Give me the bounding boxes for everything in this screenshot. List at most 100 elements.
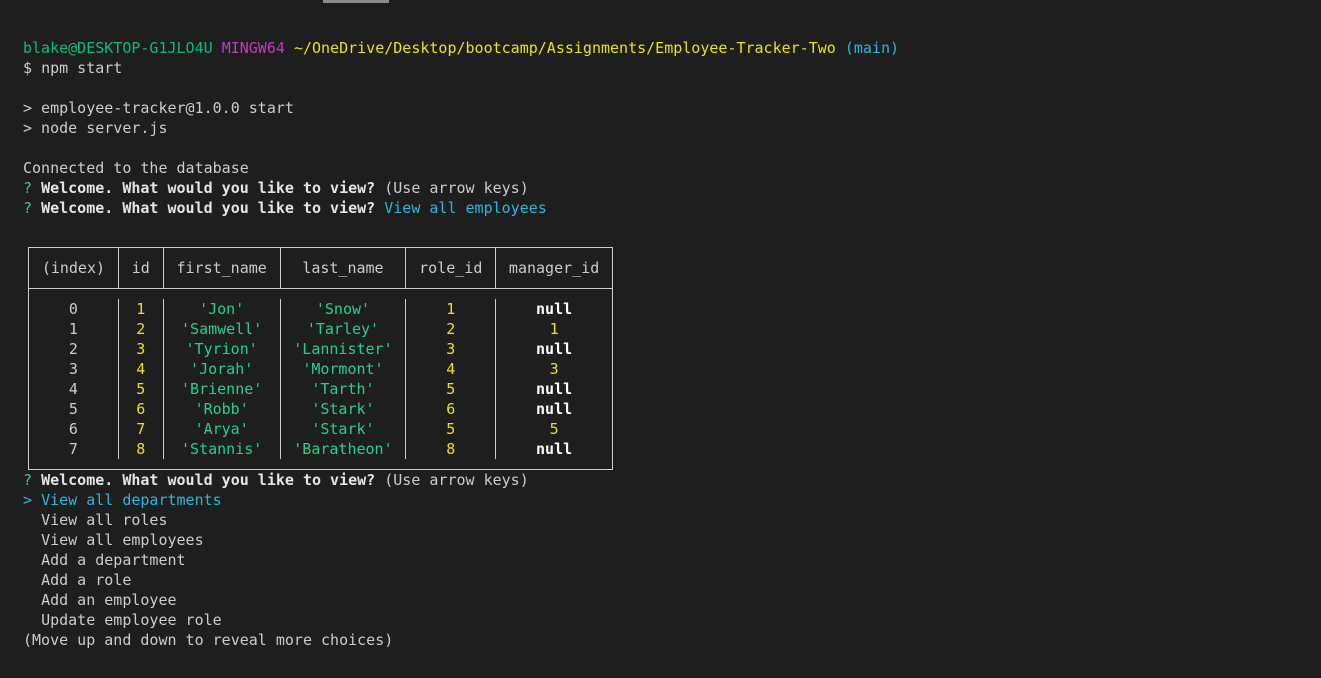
table-cell-id: 8 bbox=[136, 440, 146, 458]
menu-option[interactable]: Add an employee bbox=[23, 590, 1321, 610]
table-cell-index: 2 bbox=[68, 340, 78, 358]
question-mark-icon: ? bbox=[23, 471, 33, 489]
question-answer-line: ? Welcome. What would you like to view? … bbox=[23, 198, 1321, 218]
table-cell-last-name: 'Mormont' bbox=[302, 360, 384, 378]
table-cell-role-id: 1 bbox=[446, 300, 456, 318]
table-cell-manager-id: 5 bbox=[549, 420, 559, 438]
table-cell-last-name: 'Tarley' bbox=[306, 320, 380, 338]
prompt-symbol: $ bbox=[23, 59, 33, 77]
menu-option-label: Add an employee bbox=[41, 591, 177, 609]
table-body: 0 1 2 3 4 5 6 7 1 2 3 4 5 6 7 8 'Jon' 'S… bbox=[29, 289, 612, 469]
question-hint: (Use arrow keys) bbox=[384, 471, 529, 489]
table-cell-last-name: 'Lannister' bbox=[293, 340, 393, 358]
table-cell-id: 6 bbox=[136, 400, 146, 418]
table-cell-first-name: 'Tyrion' bbox=[185, 340, 258, 358]
id-column: 1 2 3 4 5 6 7 8 bbox=[119, 299, 164, 459]
table-cell-role-id: 5 bbox=[446, 380, 456, 398]
menu-option-label: Add a department bbox=[41, 551, 186, 569]
table-cell-first-name: 'Jorah' bbox=[190, 360, 254, 378]
table-cell-index: 4 bbox=[68, 380, 78, 398]
question-hint: (Use arrow keys) bbox=[384, 179, 529, 197]
table-cell-last-name: 'Tarth' bbox=[311, 380, 375, 398]
table-cell-manager-id: 3 bbox=[549, 360, 559, 378]
table-cell-first-name: 'Stannis' bbox=[181, 440, 263, 458]
column-header-index: (index) bbox=[29, 248, 119, 288]
column-header-role-id: role_id bbox=[406, 248, 497, 288]
menu-more-hint: (Move up and down to reveal more choices… bbox=[23, 631, 394, 649]
table-header: (index) id first_name last_name role_id … bbox=[29, 248, 612, 289]
question-line: ? Welcome. What would you like to view? … bbox=[23, 470, 1321, 490]
table-cell-index: 5 bbox=[68, 400, 78, 418]
table-cell-manager-id: null bbox=[536, 400, 573, 418]
menu-option-label: View all roles bbox=[41, 511, 168, 529]
role-id-column: 1 2 3 4 5 6 5 8 bbox=[406, 299, 497, 459]
table-cell-index: 7 bbox=[68, 440, 78, 458]
table-cell-role-id: 5 bbox=[446, 420, 456, 438]
shell-name: MINGW64 bbox=[221, 39, 285, 57]
menu-option[interactable]: Add a role bbox=[23, 570, 1321, 590]
question-text: Welcome. What would you like to view? bbox=[41, 199, 376, 217]
first-name-column: 'Jon' 'Samwell' 'Tyrion' 'Jorah' 'Brienn… bbox=[164, 299, 281, 459]
table-cell-role-id: 6 bbox=[446, 400, 456, 418]
menu-pointer-icon: > bbox=[23, 491, 33, 509]
question-text: Welcome. What would you like to view? bbox=[41, 179, 376, 197]
menu-option-label: Update employee role bbox=[41, 611, 222, 629]
menu-option[interactable]: View all employees bbox=[23, 530, 1321, 550]
table-cell-manager-id: null bbox=[536, 440, 573, 458]
column-header-last-name: last_name bbox=[281, 248, 407, 288]
table-cell-role-id: 2 bbox=[446, 320, 456, 338]
menu-option-label: Add a role bbox=[41, 571, 132, 589]
scroll-indicator[interactable] bbox=[323, 0, 389, 3]
git-branch: (main) bbox=[844, 39, 900, 57]
menu-option-label: View all employees bbox=[41, 531, 204, 549]
menu-option[interactable]: Update employee role bbox=[23, 610, 1321, 630]
table-cell-index: 6 bbox=[68, 420, 78, 438]
column-header-first-name: first_name bbox=[164, 248, 281, 288]
connection-status: Connected to the database bbox=[23, 159, 249, 177]
menu-option[interactable]: View all roles bbox=[23, 510, 1321, 530]
user-host: blake@DESKTOP-G1JLO4U bbox=[23, 39, 213, 57]
command-text: npm start bbox=[41, 59, 123, 77]
table-cell-index: 1 bbox=[68, 320, 78, 338]
table-cell-last-name: 'Snow' bbox=[315, 300, 371, 318]
table-cell-role-id: 4 bbox=[446, 360, 456, 378]
table-cell-first-name: 'Robb' bbox=[194, 400, 249, 418]
table-cell-id: 5 bbox=[136, 380, 146, 398]
index-column: 0 1 2 3 4 5 6 7 bbox=[29, 299, 119, 459]
question-mark-icon: ? bbox=[23, 199, 33, 217]
table-cell-first-name: 'Samwell' bbox=[181, 320, 263, 338]
table-cell-first-name: 'Brienne' bbox=[181, 380, 263, 398]
terminal-output[interactable]: blake@DESKTOP-G1JLO4U MINGW64 ~/OneDrive… bbox=[23, 38, 1321, 650]
npm-output-line: > employee-tracker@1.0.0 start bbox=[23, 99, 294, 117]
npm-output-line: > node server.js bbox=[23, 119, 168, 137]
table-cell-last-name: 'Baratheon' bbox=[293, 440, 393, 458]
employees-table: (index) id first_name last_name role_id … bbox=[28, 247, 613, 470]
menu-option-selected[interactable]: > View all departments bbox=[23, 490, 1321, 510]
question-answer: View all employees bbox=[384, 199, 547, 217]
last-name-column: 'Snow' 'Tarley' 'Lannister' 'Mormont' 'T… bbox=[281, 299, 407, 459]
question-mark-icon: ? bbox=[23, 179, 33, 197]
table-cell-last-name: 'Stark' bbox=[311, 420, 375, 438]
table-cell-role-id: 8 bbox=[446, 440, 456, 458]
table-cell-id: 3 bbox=[136, 340, 146, 358]
table-cell-id: 2 bbox=[136, 320, 146, 338]
table-cell-manager-id: null bbox=[536, 340, 573, 358]
table-cell-last-name: 'Stark' bbox=[311, 400, 375, 418]
command-line: $ npm start bbox=[23, 58, 1321, 78]
table-cell-manager-id: null bbox=[536, 300, 573, 318]
column-header-manager-id: manager_id bbox=[508, 259, 600, 277]
shell-prompt-line: blake@DESKTOP-G1JLO4U MINGW64 ~/OneDrive… bbox=[23, 38, 1321, 58]
manager-id-column: null 1 null 3 null null 5 null bbox=[496, 299, 612, 459]
table-cell-id: 1 bbox=[136, 300, 146, 318]
working-directory: ~/OneDrive/Desktop/bootcamp/Assignments/… bbox=[293, 39, 836, 57]
menu-option[interactable]: Add a department bbox=[23, 550, 1321, 570]
table-cell-role-id: 3 bbox=[446, 340, 456, 358]
table-cell-index: 0 bbox=[68, 300, 78, 318]
question-text: Welcome. What would you like to view? bbox=[41, 471, 376, 489]
menu-option-label: View all departments bbox=[41, 491, 222, 509]
table-cell-manager-id: 1 bbox=[549, 320, 559, 338]
question-line: ? Welcome. What would you like to view? … bbox=[23, 178, 1321, 198]
table-cell-first-name: 'Jon' bbox=[199, 300, 245, 318]
